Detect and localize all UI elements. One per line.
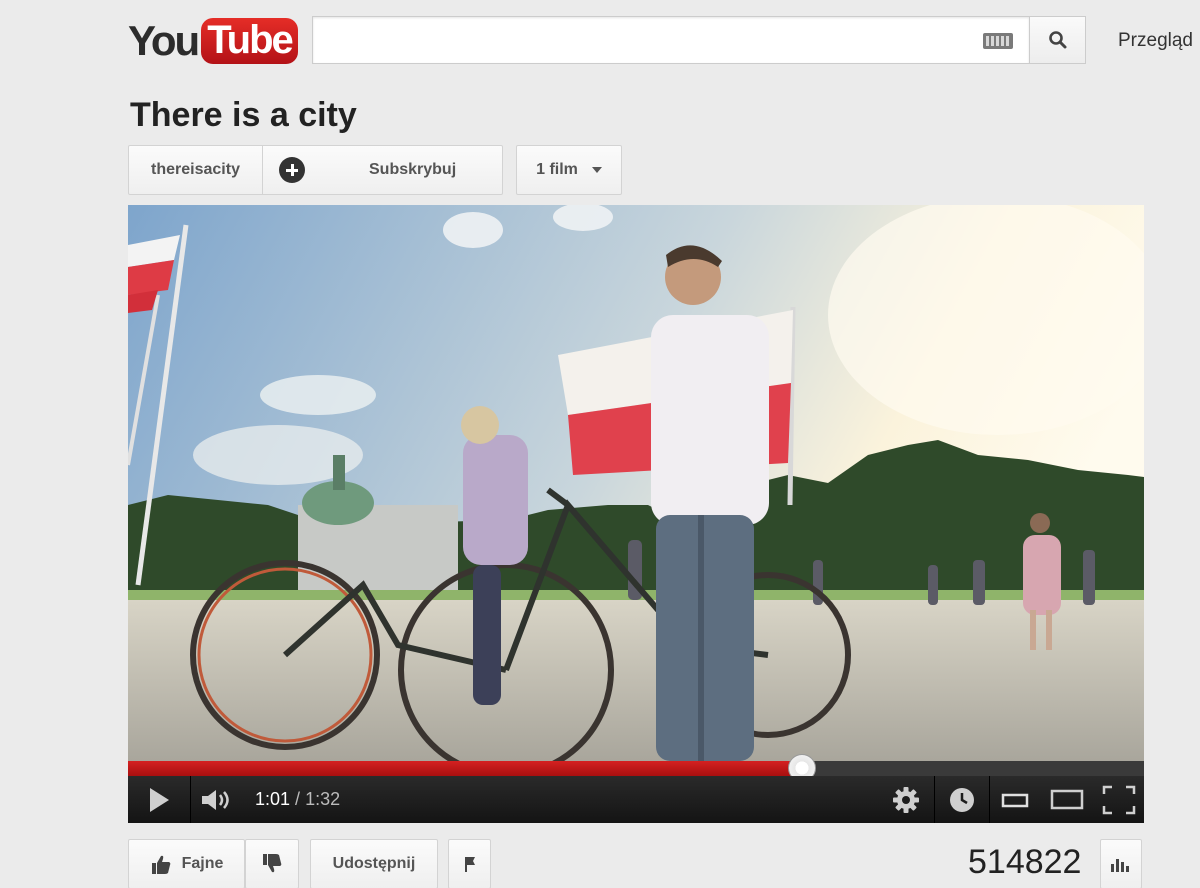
watch-later-button[interactable] bbox=[935, 776, 989, 823]
video-progress-bar[interactable] bbox=[128, 754, 1144, 782]
stats-button[interactable] bbox=[1100, 839, 1142, 888]
current-time: 1:01 bbox=[255, 789, 291, 809]
large-player-icon bbox=[1050, 789, 1084, 809]
videos-count-label: 1 film bbox=[536, 161, 578, 178]
search-icon bbox=[1048, 31, 1066, 49]
time-display: 1:01 / 1:32 bbox=[255, 789, 340, 810]
settings-button[interactable] bbox=[878, 776, 934, 823]
dislike-button[interactable] bbox=[245, 839, 299, 888]
progress-played bbox=[128, 761, 802, 776]
search-bar bbox=[312, 16, 1086, 64]
play-button[interactable] bbox=[128, 776, 190, 823]
share-button[interactable]: Udostępnij bbox=[310, 839, 438, 888]
player-controls: 1:01 / 1:32 bbox=[128, 776, 1144, 823]
flag-icon bbox=[464, 857, 475, 872]
like-label: Fajne bbox=[181, 855, 224, 872]
subscribe-label: Subskrybuj bbox=[369, 161, 457, 178]
logo-you-text: You bbox=[128, 17, 200, 64]
plus-icon bbox=[279, 157, 305, 183]
search-field bbox=[312, 16, 1029, 64]
volume-icon bbox=[202, 789, 229, 810]
channel-name-button[interactable]: thereisacity bbox=[129, 146, 263, 194]
small-player-button[interactable] bbox=[990, 776, 1040, 823]
stats-icon bbox=[1111, 859, 1129, 872]
logo-tube-text: Tube bbox=[201, 18, 298, 64]
time-separator: / bbox=[290, 789, 306, 809]
browse-link[interactable]: Przegląd bbox=[1118, 30, 1193, 52]
thumbs-up-icon bbox=[151, 855, 170, 874]
gear-icon bbox=[893, 786, 919, 813]
caret-down-icon bbox=[591, 167, 602, 173]
video-frame bbox=[128, 205, 1144, 761]
duration: 1:32 bbox=[305, 789, 341, 809]
fullscreen-icon bbox=[1102, 785, 1136, 814]
videos-dropdown-button[interactable]: 1 film bbox=[516, 145, 622, 195]
search-input[interactable] bbox=[313, 17, 1029, 63]
subscribe-button[interactable]: Subskrybuj bbox=[263, 146, 502, 194]
small-player-icon bbox=[1001, 793, 1029, 807]
like-button[interactable]: Fajne bbox=[128, 839, 245, 888]
clock-icon bbox=[950, 787, 974, 812]
search-button[interactable] bbox=[1029, 16, 1086, 64]
large-player-button[interactable] bbox=[1040, 776, 1094, 823]
keyboard-icon[interactable] bbox=[983, 33, 1013, 49]
play-icon bbox=[150, 787, 169, 812]
volume-button[interactable] bbox=[191, 776, 243, 823]
thumbs-down-icon bbox=[263, 854, 282, 873]
video-player[interactable] bbox=[128, 205, 1144, 761]
view-count: 514822 bbox=[968, 843, 1082, 881]
subscribe-group: thereisacity Subskrybuj bbox=[128, 145, 503, 195]
page-title: There is a city bbox=[130, 96, 357, 134]
flag-button[interactable] bbox=[448, 839, 491, 888]
fullscreen-button[interactable] bbox=[1094, 776, 1144, 823]
youtube-logo[interactable]: You Tube bbox=[128, 13, 298, 69]
